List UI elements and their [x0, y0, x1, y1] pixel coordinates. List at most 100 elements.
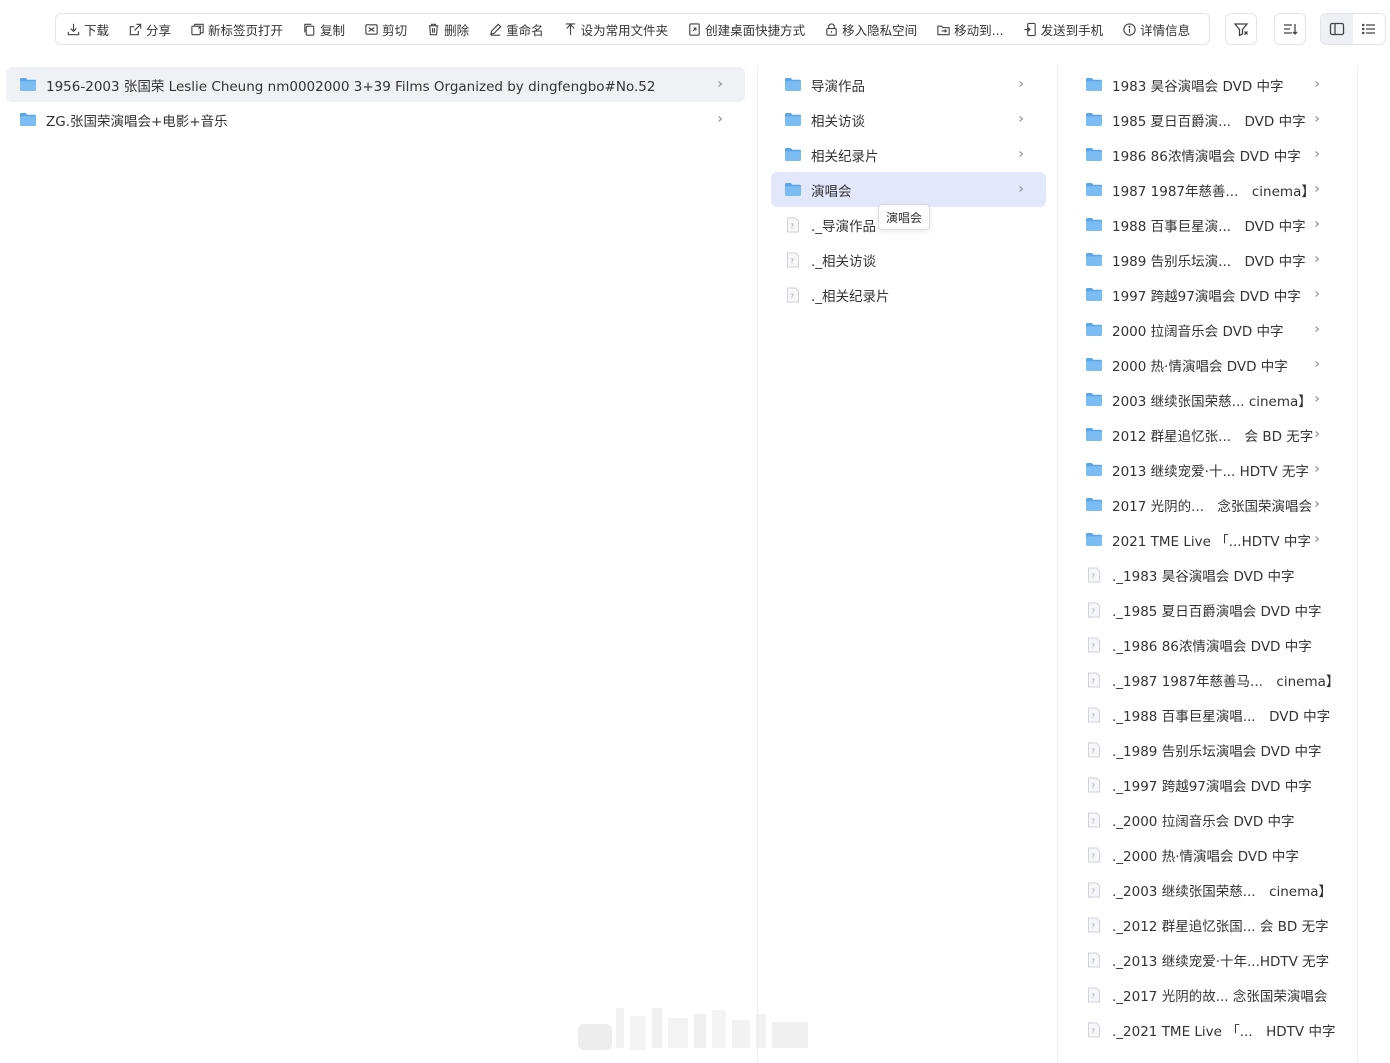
toolbar-button-label: 移入隐私空间	[842, 22, 918, 38]
item-label: ._相关访谈	[811, 253, 877, 270]
info-icon	[1123, 22, 1136, 36]
svg-text:?: ?	[1091, 887, 1095, 895]
item-label: 1985 夏日百爵演... DVD 中字	[1112, 113, 1306, 130]
item-label: 1989 告别乐坛演... DVD 中字	[1112, 253, 1306, 270]
copy-button[interactable]: 复制	[302, 14, 345, 44]
folder-item[interactable]: 演唱会	[771, 172, 1046, 207]
folder-item[interactable]: 相关访谈	[771, 102, 1046, 137]
chevron-right-icon	[1016, 77, 1026, 91]
folder-item[interactable]: 2021 TME Live 「...HDTV 中字	[1072, 522, 1342, 557]
svg-text:?: ?	[1091, 712, 1095, 720]
item-label: ._1989 告别乐坛演唱会 DVD 中字	[1112, 743, 1322, 760]
item-label: ._1988 百事巨星演唱... DVD 中字	[1112, 708, 1331, 725]
folder-item[interactable]: 1956-2003 张国荣 Leslie Cheung nm0002000 3+…	[6, 67, 745, 102]
svg-text:?: ?	[1091, 852, 1095, 860]
file-item[interactable]: ? ._2003 继续张国荣慈... cinema】	[1072, 872, 1342, 907]
column-level-3: 1983 昊谷演唱会 DVD 中字 1985 夏日百爵演... DVD 中字 198…	[1057, 66, 1358, 1063]
sort-button[interactable]	[1274, 13, 1306, 45]
watermark-logo	[578, 1008, 808, 1050]
file-item[interactable]: ? ._1997 跨越97演唱会 DVD 中字	[1072, 767, 1342, 802]
sort-icon	[1284, 24, 1298, 35]
toolbar-button-label: 重命名	[506, 22, 544, 38]
item-label: 1997 跨越97演唱会 DVD 中字	[1112, 288, 1301, 305]
folder-item[interactable]: 1987 1987年慈善... cinema】	[1072, 172, 1342, 207]
item-label: ._导演作品	[811, 218, 877, 235]
file-item[interactable]: ? ._2000 热·情演唱会 DVD 中字	[1072, 837, 1342, 872]
folder-icon	[1086, 393, 1102, 406]
folder-item[interactable]: 导演作品	[771, 67, 1046, 102]
toolbar-button-label: 新标签页打开	[208, 22, 284, 38]
folder-item[interactable]: ZG.张国荣演唱会+电影+音乐	[6, 102, 745, 137]
shortcut-button[interactable]: 创建桌面快捷方式	[687, 14, 805, 44]
item-label: 1956-2003 张国荣 Leslie Cheung nm0002000 3+…	[46, 78, 656, 95]
item-label: ._1987 1987年慈善马... cinema】	[1112, 673, 1340, 690]
file-item[interactable]: ? ._1989 告别乐坛演唱会 DVD 中字	[1072, 732, 1342, 767]
file-item[interactable]: ? ._2017 光阴的故... 念张国荣演唱会	[1072, 977, 1342, 1012]
shortcut-icon	[689, 22, 700, 36]
filter-icon	[1233, 23, 1249, 37]
folder-item[interactable]: 1989 告别乐坛演... DVD 中字	[1072, 242, 1342, 277]
info-button[interactable]: 详情信息	[1122, 14, 1190, 44]
folder-item[interactable]: 2003 继续张国荣慈... cinema】	[1072, 382, 1342, 417]
trash-button[interactable]: 删除	[426, 14, 469, 44]
share-button[interactable]: 分享	[128, 14, 171, 44]
pin-button[interactable]: 设为常用文件夹	[563, 14, 668, 44]
list-view-button[interactable]	[1353, 14, 1385, 44]
new-tab-button[interactable]: 新标签页打开	[190, 14, 283, 44]
chevron-right-icon	[715, 77, 725, 91]
phone-button[interactable]: 发送到手机	[1023, 14, 1103, 44]
folder-item[interactable]: 1983 昊谷演唱会 DVD 中字	[1072, 67, 1342, 102]
unknown-file-icon: ?	[787, 252, 799, 267]
file-item[interactable]: ? ._相关访谈	[771, 242, 1046, 277]
file-item[interactable]: ? ._1987 1987年慈善马... cinema】	[1072, 662, 1342, 697]
pencil-button[interactable]: 重命名	[488, 14, 544, 44]
file-item[interactable]: ? ._1983 昊谷演唱会 DVD 中字	[1072, 557, 1342, 592]
column-view-button[interactable]	[1321, 14, 1353, 44]
folder-item[interactable]: 2013 继续宠爱·十... HDTV 无字	[1072, 452, 1342, 487]
share-icon	[129, 23, 142, 35]
filter-button[interactable]	[1225, 13, 1257, 45]
svg-text:?: ?	[790, 292, 794, 300]
chevron-right-icon	[1312, 532, 1322, 546]
download-button[interactable]: 下载	[66, 14, 109, 44]
chevron-right-icon	[1312, 427, 1322, 441]
folder-icon	[1086, 113, 1102, 126]
file-item[interactable]: ? ._1988 百事巨星演唱... DVD 中字	[1072, 697, 1342, 732]
folder-item[interactable]: 2012 群星追忆张... 会 BD 无字	[1072, 417, 1342, 452]
chevron-right-icon	[1312, 77, 1322, 91]
folder-item[interactable]: 1988 百事巨星演... DVD 中字	[1072, 207, 1342, 242]
folder-icon	[1086, 148, 1102, 161]
folder-item[interactable]: 2000 热·情演唱会 DVD 中字	[1072, 347, 1342, 382]
trash-icon	[428, 23, 439, 35]
item-label: ._2000 热·情演唱会 DVD 中字	[1112, 848, 1299, 865]
file-item[interactable]: ? ._2021 TME Live 「... HDTV 中字	[1072, 1012, 1342, 1047]
file-item[interactable]: ? ._相关纪录片	[771, 277, 1046, 312]
unknown-file-icon: ?	[1088, 567, 1100, 582]
svg-text:?: ?	[1091, 782, 1095, 790]
file-item[interactable]: ? ._2012 群星追忆张国... 会 BD 无字	[1072, 907, 1342, 942]
item-label: ._相关纪录片	[811, 288, 890, 305]
download-icon	[67, 23, 80, 35]
file-item[interactable]: ? ._1986 86浓情演唱会 DVD 中字	[1072, 627, 1342, 662]
folder-item[interactable]: 1997 跨越97演唱会 DVD 中字	[1072, 277, 1342, 312]
file-item[interactable]: ? ._2013 继续宠爱·十年...HDTV 无字	[1072, 942, 1342, 977]
folder-item[interactable]: 2000 拉阔音乐会 DVD 中字	[1072, 312, 1342, 347]
folder-item[interactable]: 1985 夏日百爵演... DVD 中字	[1072, 102, 1342, 137]
file-item[interactable]: ? ._2000 拉阔音乐会 DVD 中字	[1072, 802, 1342, 837]
item-label: 1987 1987年慈善... cinema】	[1112, 183, 1315, 200]
folder-item[interactable]: 相关纪录片	[771, 137, 1046, 172]
folder-icon	[20, 113, 36, 126]
folder-item[interactable]: 2017 光阴的... 念张国荣演唱会	[1072, 487, 1342, 522]
unknown-file-icon: ?	[1088, 1022, 1100, 1037]
folder-icon	[1086, 253, 1102, 266]
folder-item[interactable]: 1986 86浓情演唱会 DVD 中字	[1072, 137, 1342, 172]
lock-button[interactable]: 移入隐私空间	[824, 14, 917, 44]
move-button[interactable]: 移动到...	[936, 14, 1004, 44]
toolbar-button-label: 移动到...	[954, 22, 1004, 38]
item-label: ._2000 拉阔音乐会 DVD 中字	[1112, 813, 1295, 830]
tooltip: 演唱会	[878, 204, 931, 230]
cut-button[interactable]: 剪切	[364, 14, 407, 44]
item-label: 2021 TME Live 「...HDTV 中字	[1112, 533, 1311, 550]
chevron-right-icon	[1016, 147, 1026, 161]
file-item[interactable]: ? ._1985 夏日百爵演唱会 DVD 中字	[1072, 592, 1342, 627]
